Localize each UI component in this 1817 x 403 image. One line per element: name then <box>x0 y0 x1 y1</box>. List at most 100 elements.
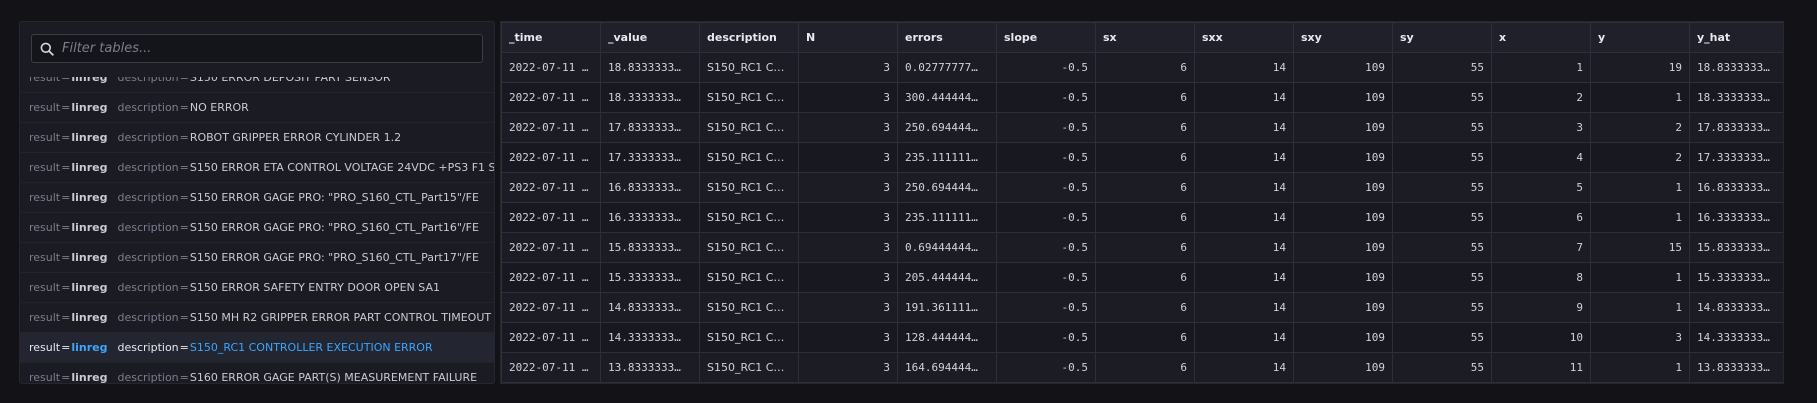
tag-equals: = <box>179 341 189 354</box>
table-cell: 14 <box>1194 142 1294 173</box>
table-row: 2022-07-11 1… 18.3333333… S150_RC1 C… 3 300.… <box>501 82 1783 113</box>
filter-tables-input[interactable] <box>62 35 482 62</box>
table-cell: 3 <box>798 82 898 113</box>
column-header-y[interactable]: y <box>1590 22 1690 53</box>
table-filter-panel: result=linregdescription=S150 ERROR DEPO… <box>19 21 495 384</box>
table-cell: S150_RC1 C… <box>699 352 799 383</box>
list-item[interactable]: result = linreg description = S150 ERROR GAGE… <box>20 213 494 243</box>
column-header-sxx[interactable]: sxx <box>1194 22 1294 53</box>
table-cell: 55 <box>1392 52 1492 83</box>
list-item[interactable]: result = linreg description = S150 ERROR ETA … <box>20 153 494 183</box>
table-cell: 6 <box>1095 232 1195 263</box>
table-cell: 17.3333333… <box>1689 142 1783 173</box>
table-cell: -0.5 <box>996 112 1096 143</box>
table-cell: 18.8333333… <box>600 52 700 83</box>
tag-equals: = <box>61 131 71 144</box>
filter-box[interactable] <box>31 34 483 63</box>
column-header-value[interactable]: _value <box>600 22 700 53</box>
tag-key-description: description <box>117 131 179 144</box>
list-item[interactable]: result = linreg description = S150 ERROR SAFE… <box>20 273 494 303</box>
column-header-description[interactable]: description <box>699 22 799 53</box>
table-cell: 3 <box>798 292 898 323</box>
table-cell: 6 <box>1095 142 1195 173</box>
table-cell: 6 <box>1095 292 1195 323</box>
list-item[interactable]: result = linreg description = S150 MH R2 GRIP… <box>20 303 494 333</box>
table-cell: 3 <box>798 142 898 173</box>
table-cell: 55 <box>1392 292 1492 323</box>
column-header-y-hat[interactable]: y_hat <box>1689 22 1783 53</box>
tag-key-description: description <box>117 341 179 354</box>
tag-key-result: result <box>29 221 61 234</box>
table-cell: 14.3333333… <box>1689 322 1783 353</box>
table-cell: 109 <box>1293 352 1393 383</box>
results-table: _time _value description Nerrors slope sx sxx s… <box>501 22 1783 383</box>
column-header-sx[interactable]: sx <box>1095 22 1195 53</box>
list-item[interactable]: result = linreg description = S150_RC1 CONTRO… <box>20 333 494 363</box>
table-cell: -0.5 <box>996 262 1096 293</box>
tag-equals: = <box>61 161 71 174</box>
list-item[interactable]: result = linreg description = NO ERROR <box>20 93 494 123</box>
table-list: result = linreg description = S150 ERROR DEPO… <box>20 77 494 384</box>
table-cell: 250.694444… <box>897 172 997 203</box>
table-cell: 19 <box>1590 52 1690 83</box>
column-header-n[interactable]: N <box>798 22 898 53</box>
results-table-panel: _time _value description Nerrors slope sx sxx s… <box>500 21 1784 384</box>
tag-equals: = <box>179 77 189 84</box>
list-item[interactable]: result = linreg description = S160 ERROR GAGE… <box>20 363 494 384</box>
tag-value-result: linreg <box>71 341 108 354</box>
table-row: 2022-07-11 1… 17.8333333… S150_RC1 C… 3 250.… <box>501 112 1783 143</box>
table-cell: -0.5 <box>996 172 1096 203</box>
table-cell: 109 <box>1293 292 1393 323</box>
list-item[interactable]: result = linreg description = ROBOT GRIPPER E… <box>20 123 494 153</box>
column-header-sy[interactable]: sy <box>1392 22 1492 53</box>
table-cell: -0.5 <box>996 82 1096 113</box>
tag-equals: = <box>61 371 71 384</box>
tag-key-result: result <box>29 161 61 174</box>
tag-value-result: linreg <box>71 191 108 204</box>
list-item[interactable]: result = linreg description = S150 ERROR GAGE… <box>20 243 494 273</box>
table-cell: 2022-07-11 1… <box>501 172 601 203</box>
column-header-x[interactable]: x <box>1491 22 1591 53</box>
list-item[interactable]: result = linreg description = S150 ERROR DEPO… <box>20 77 494 93</box>
table-list-scroll[interactable]: result = linreg description = S150 ERROR DEPO… <box>20 77 494 384</box>
table-cell: 14.8333333… <box>600 292 700 323</box>
column-header-errors[interactable]: errors <box>897 22 997 53</box>
table-row: 2022-07-11 1… 16.3333333… S150_RC1 C… 3 235.… <box>501 202 1783 233</box>
table-cell: 7 <box>1491 232 1591 263</box>
table-cell: 3 <box>1491 112 1591 143</box>
table-cell: 1 <box>1590 82 1690 113</box>
table-cell: 16.8333333… <box>600 172 700 203</box>
table-cell: 2022-07-11 1… <box>501 142 601 173</box>
table-cell: 16.3333333… <box>1689 202 1783 233</box>
table-cell: 6 <box>1095 262 1195 293</box>
table-cell: 14 <box>1194 112 1294 143</box>
table-cell: 15.3333333… <box>1689 262 1783 293</box>
table-cell: 2 <box>1590 112 1690 143</box>
column-header-slope[interactable]: slope <box>996 22 1096 53</box>
table-cell: 3 <box>798 262 898 293</box>
tag-key-description: description <box>117 311 179 324</box>
table-cell: 164.694444… <box>897 352 997 383</box>
table-cell: 3 <box>798 112 898 143</box>
table-cell: S150_RC1 C… <box>699 172 799 203</box>
table-cell: 109 <box>1293 142 1393 173</box>
table-cell: 109 <box>1293 232 1393 263</box>
table-cell: 128.444444… <box>897 322 997 353</box>
tag-key-result: result <box>29 341 61 354</box>
column-header-time[interactable]: _time <box>501 22 601 53</box>
tag-key-description: description <box>117 101 179 114</box>
column-header-sxy[interactable]: sxy <box>1293 22 1393 53</box>
table-cell: -0.5 <box>996 52 1096 83</box>
table-body: 2022-07-11 1… 18.8333333… S150_RC1 C… 3 0.02… <box>501 52 1783 383</box>
table-cell: 14 <box>1194 82 1294 113</box>
table-cell: -0.5 <box>996 142 1096 173</box>
tag-key-description: description <box>117 191 179 204</box>
table-cell: 6 <box>1095 352 1195 383</box>
tag-key-description: description <box>117 371 179 384</box>
table-cell: 2022-07-11 1… <box>501 292 601 323</box>
table-cell: 250.694444… <box>897 112 997 143</box>
table-cell: 3 <box>1590 322 1690 353</box>
table-cell: 14 <box>1194 262 1294 293</box>
list-item[interactable]: result = linreg description = S150 ERROR GAGE… <box>20 183 494 213</box>
table-cell: S150_RC1 C… <box>699 322 799 353</box>
